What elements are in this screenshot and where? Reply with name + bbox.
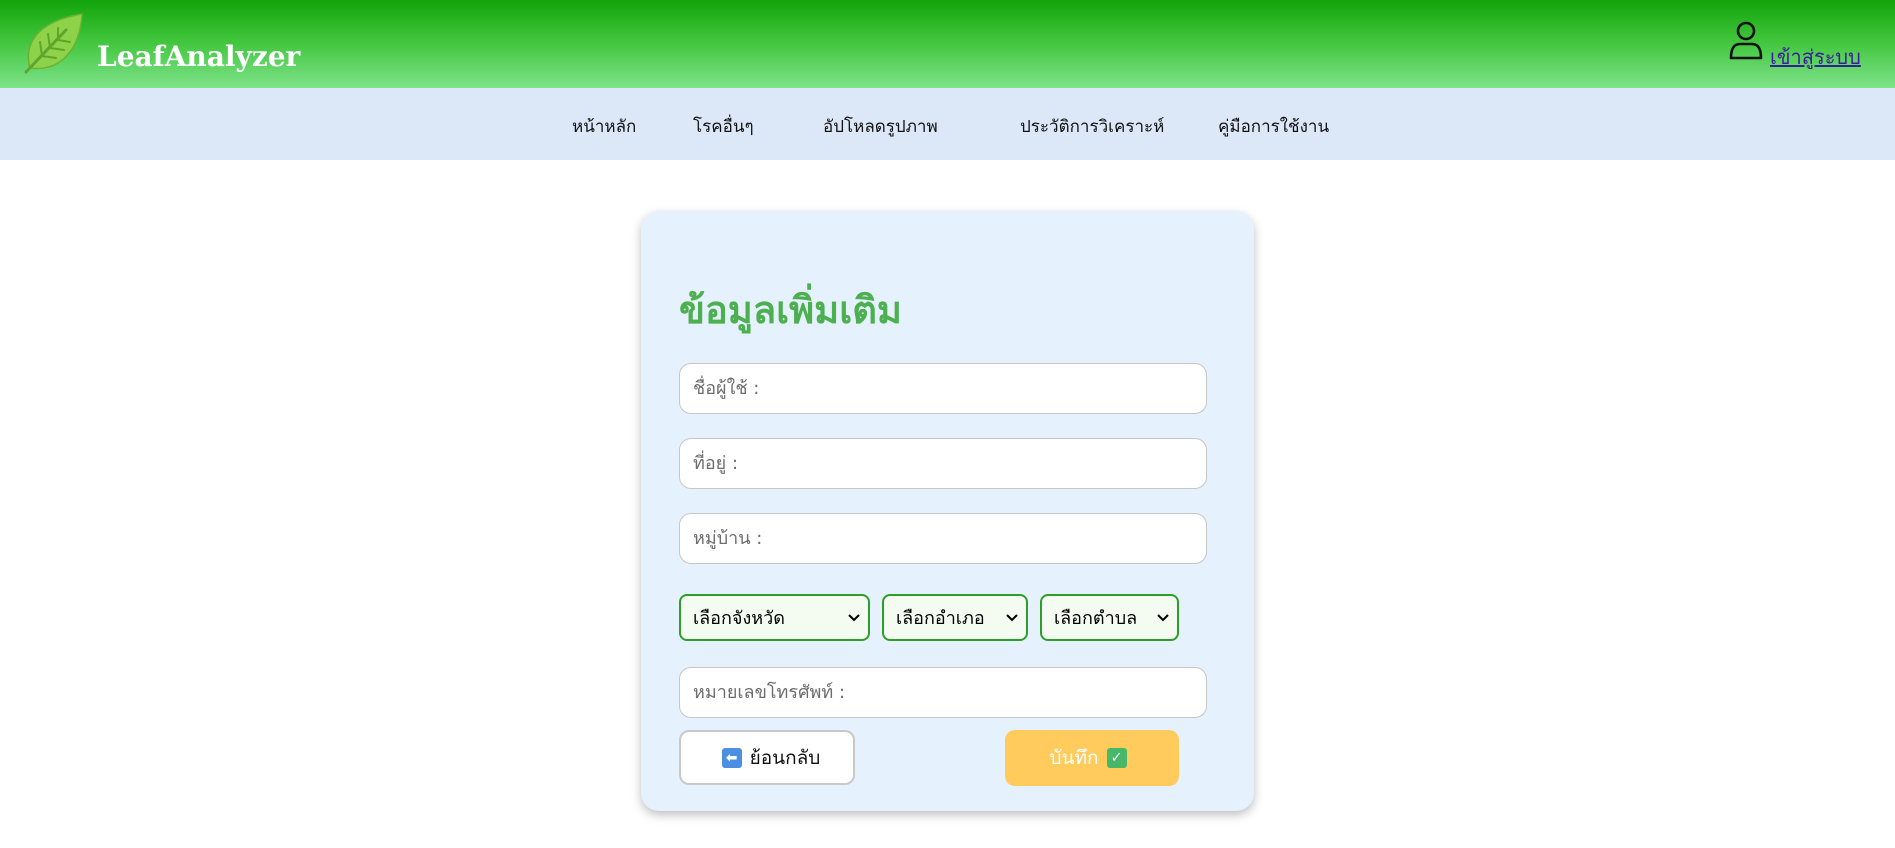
nav-item-home[interactable]: หน้าหลัก — [572, 113, 636, 140]
top-header: LeafAnalyzer เข้าสู่ระบบ — [0, 0, 1895, 88]
nav-item-other-diseases[interactable]: โรคอื่นๆ — [693, 113, 754, 140]
brand-name[interactable]: LeafAnalyzer — [97, 40, 300, 73]
back-button-label: ย้อนกลับ — [749, 746, 821, 769]
save-button[interactable]: บันทึก ✓ — [1005, 730, 1179, 786]
district-select-value: เลือกอำเภอ — [896, 608, 985, 629]
user-icon[interactable] — [1728, 20, 1764, 62]
save-button-label: บันทึก — [1049, 747, 1099, 769]
form-title: ข้อมูลเพิ่มเติม — [679, 288, 902, 332]
chevron-down-icon — [1006, 613, 1018, 621]
phone-input[interactable] — [679, 667, 1207, 718]
chevron-down-icon — [1157, 613, 1169, 621]
check-icon: ✓ — [1106, 748, 1127, 768]
login-link[interactable]: เข้าสู่ระบบ — [1770, 41, 1861, 73]
username-input[interactable] — [679, 363, 1207, 414]
address-input[interactable] — [679, 438, 1207, 489]
nav-item-manual[interactable]: คู่มือการใช้งาน — [1218, 113, 1329, 140]
back-button[interactable]: ⬅ ย้อนกลับ — [679, 730, 855, 785]
province-select[interactable]: เลือกจังหวัด — [679, 594, 870, 641]
subdistrict-select[interactable]: เลือกตำบล — [1040, 594, 1179, 641]
village-input[interactable] — [679, 513, 1207, 564]
chevron-down-icon — [848, 613, 860, 621]
subdistrict-select-value: เลือกตำบล — [1054, 608, 1138, 629]
nav-item-upload[interactable]: อัปโหลดรูปภาพ — [823, 113, 938, 140]
district-select[interactable]: เลือกอำเภอ — [882, 594, 1028, 641]
left-arrow-icon: ⬅ — [721, 747, 742, 768]
additional-info-card: ข้อมูลเพิ่มเติม เลือกจังหวัด เลือกอำเภอ … — [641, 211, 1254, 811]
main-nav: หน้าหลัก โรคอื่นๆ อัปโหลดรูปภาพ ประวัติก… — [0, 88, 1895, 160]
nav-item-history[interactable]: ประวัติการวิเคราะห์ — [1020, 113, 1164, 140]
province-select-value: เลือกจังหวัด — [693, 608, 785, 629]
leaf-logo-icon[interactable] — [20, 10, 88, 76]
